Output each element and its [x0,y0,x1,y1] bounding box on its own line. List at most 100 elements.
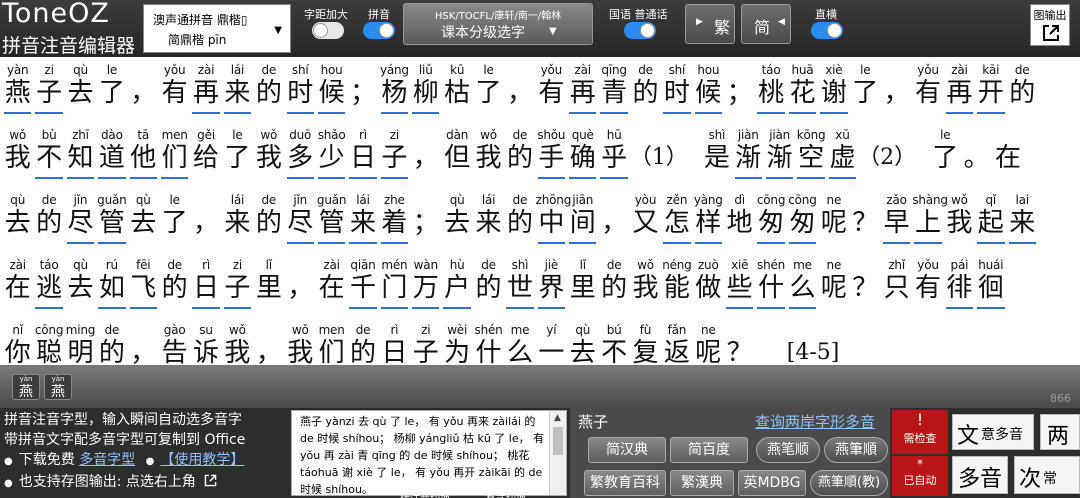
char-cell[interactable]: yòu 又 [630,187,661,252]
char-cell[interactable]: ？ [850,187,881,252]
char-cell[interactable]: de 的 [96,317,127,365]
char-cell[interactable]: shǎo 少 [316,122,347,187]
char-cell[interactable]: qù 去 [2,187,33,252]
scroll-up-icon[interactable]: ▲ [554,413,561,423]
char-cell[interactable]: mén 门 [379,252,410,317]
char-cell[interactable]: jiàn 渐 [764,122,795,187]
char-cell[interactable]: ； [724,57,755,122]
cross-strait-lookup-link[interactable]: 查询两岸字形多音 [755,411,875,432]
char-cell[interactable]: shí 时 [661,57,692,122]
char-cell[interactable]: de 的 [1007,57,1038,122]
char-cell[interactable]: shì 世 [504,252,535,317]
char-cell[interactable]: ？ [724,317,755,365]
char-cell[interactable]: yàng 样 [693,187,724,252]
char-cell[interactable]: zhī 知 [65,122,96,187]
char-cell[interactable]: tā 他 [128,122,159,187]
char-cell[interactable]: dì 地 [724,187,755,252]
char-cell[interactable]: zěn 怎 [661,187,692,252]
char-cell[interactable] [898,122,929,187]
char-cell[interactable]: de 的 [598,252,629,317]
history-item[interactable]: yàn 燕 [12,374,40,400]
char-cell[interactable]: shén 什 [473,317,504,365]
char-cell[interactable]: fù 复 [630,317,661,365]
char-cell[interactable]: wàn 万 [410,252,441,317]
char-cell[interactable]: huái 徊 [975,252,1006,317]
char-cell[interactable]: xiē 些 [724,252,755,317]
vertical-toggle[interactable] [811,22,843,39]
char-cell[interactable]: qīng 青 [598,57,629,122]
char-cell[interactable]: de 的 [630,57,661,122]
char-cell[interactable]: guǎn 管 [316,187,347,252]
char-cell[interactable]: qù 去 [441,187,472,252]
char-cell[interactable]: lǐ 里 [253,252,284,317]
char-cell[interactable]: fǎn 返 [661,317,692,365]
char-cell[interactable]: qù 去 [65,57,96,122]
char-cell[interactable]: hou 候 [316,57,347,122]
char-cell[interactable]: yàn 燕 [2,57,33,122]
char-cell[interactable]: hù 户 [441,252,472,317]
char-cell[interactable]: yǒu 有 [536,57,567,122]
char-cell[interactable]: hū 乎 [598,122,629,187]
char-cell[interactable]: de 的 [347,317,378,365]
char-cell[interactable]: fēi 飞 [128,252,159,317]
stroke-order-button[interactable]: 燕笔顺 [756,437,820,463]
char-cell[interactable]: huā 花 [787,57,818,122]
mdbg-button[interactable]: 英MDBG [738,470,806,496]
char-cell[interactable]: yí 一 [536,317,567,365]
char-cell[interactable]: de 的 [473,252,504,317]
char-cell[interactable]: ming 明 [65,317,96,365]
stroke-order-trad-button[interactable]: 燕筆順 [824,437,888,463]
char-cell[interactable]: qù 去 [65,252,96,317]
char-cell[interactable]: ne 呢 [693,317,724,365]
char-cell[interactable]: ， [410,122,441,187]
char-cell[interactable]: lǐ 里 [567,252,598,317]
char-cell[interactable]: lái 来 [473,187,504,252]
char-cell[interactable]: su 诉 [190,317,221,365]
char-cell[interactable]: zài 在 [316,252,347,317]
char-cell[interactable]: zài 在 [2,252,33,317]
char-cell[interactable]: bù 不 [33,122,64,187]
char-cell[interactable]: ne 呢 [818,252,849,317]
pinyin-text-display[interactable]: yàn 燕 zi 子 qù 去 le 了， yǒu 有 zài 再 lái 来 de 的 shí 时 hou 候； yá… [0,57,1080,365]
char-cell[interactable]: zǎo 早 [881,187,912,252]
char-cell[interactable]: zài 再 [190,57,221,122]
char-cell[interactable]: ne 呢 [818,187,849,252]
mode-polyphone-button[interactable]: 多音 [952,456,1008,494]
char-cell[interactable]: gěi 给 [190,122,221,187]
char-cell[interactable]: kū 枯 [441,57,472,122]
char-cell[interactable]: wèi 为 [441,317,472,365]
char-cell[interactable]: wǒ 我 [473,122,504,187]
char-cell[interactable]: men 们 [159,122,190,187]
char-cell[interactable]: shàng 上 [912,187,948,252]
char-cell[interactable]: rì 日 [379,317,410,365]
char-cell[interactable]: de 的 [253,57,284,122]
char-cell[interactable]: zi 子 [33,57,64,122]
char-cell[interactable]: jiàn 渐 [733,122,764,187]
tab-zhuyin-switch[interactable]: 转注音切换 [400,490,450,498]
char-cell[interactable] [755,317,786,365]
char-cell[interactable]: le 了 [96,57,127,122]
char-cell[interactable]: le 了 [473,57,504,122]
char-cell[interactable]: jiān 间 [567,187,598,252]
mode-semantic-polyphone-button[interactable]: 文 意多音 [952,414,1034,450]
char-cell[interactable]: wǒ 我 [2,122,33,187]
char-cell[interactable]: zi 子 [410,317,441,365]
char-cell[interactable]: me 么 [787,252,818,317]
char-cell[interactable]: cōng 匆 [755,187,786,252]
char-cell[interactable]: néng 能 [661,252,692,317]
char-cell[interactable]: ， [598,187,629,252]
char-cell[interactable]: lai 来 [1007,187,1038,252]
char-cell[interactable]: zài 再 [944,57,975,122]
char-cell[interactable]: zi 子 [379,122,410,187]
char-cell[interactable]: de 的 [504,122,535,187]
char-cell[interactable]: lái 来 [222,57,253,122]
mode-secondary-common-button[interactable]: 次 常 [1014,456,1080,494]
char-cell[interactable]: cōng 匆 [787,187,818,252]
char-cell[interactable]: wǒ 我 [285,317,316,365]
char-cell[interactable]: ； [410,187,441,252]
guoyu-toggle[interactable] [624,22,656,39]
char-cell[interactable]: le 了 [850,57,881,122]
to-traditional-button[interactable]: ▶ 繁 [685,4,735,44]
tutorial-link[interactable]: 【使用教学】 [160,452,244,468]
char-cell[interactable]: guǎn 管 [96,187,127,252]
